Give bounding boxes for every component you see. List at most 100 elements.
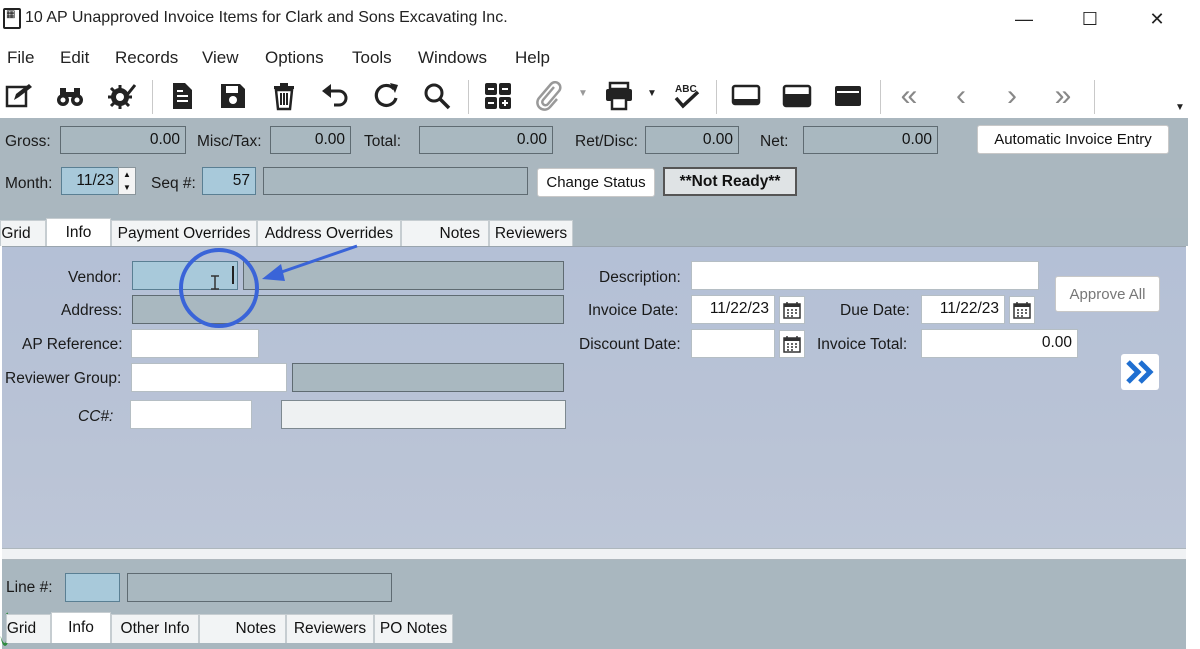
refresh-icon[interactable]	[370, 80, 402, 112]
menu-windows[interactable]: Windows	[418, 48, 487, 68]
maximize-button[interactable]: ☐	[1070, 6, 1110, 32]
menu-records[interactable]: Records	[115, 48, 178, 68]
ret-disc-field: 0.00	[645, 126, 739, 154]
new-document-icon[interactable]	[166, 80, 198, 112]
vendor-label: Vendor:	[68, 269, 122, 286]
reviewer-group-label: Reviewer Group:	[5, 370, 122, 387]
attachment-dropdown-icon[interactable]: ▼	[578, 88, 588, 99]
expand-double-chevron-icon[interactable]	[1121, 354, 1159, 390]
previous-record-icon[interactable]: ‹	[945, 79, 977, 112]
info-panel	[2, 246, 1186, 548]
menu-tools[interactable]: Tools	[352, 48, 392, 68]
total-label: Total:	[364, 133, 402, 150]
description-field[interactable]	[691, 261, 1039, 290]
scroll-down-icon[interactable]: ▼	[1175, 102, 1187, 118]
discount-date-field[interactable]	[691, 329, 775, 358]
tab-address-overrides[interactable]: Address Overrides	[257, 220, 401, 246]
toolbar-separator	[152, 80, 153, 114]
misc-tax-label: Misc/Tax:	[197, 133, 262, 150]
edit-record-icon[interactable]	[3, 80, 35, 112]
bottom-tab-po-notes[interactable]: PO Notes	[374, 614, 453, 643]
gross-label: Gross:	[5, 133, 51, 150]
grid-layout-icon[interactable]	[482, 80, 514, 112]
binoculars-icon[interactable]	[54, 80, 86, 112]
vendor-name-field	[243, 261, 564, 290]
net-field: 0.00	[803, 126, 938, 154]
reviewer-group-field[interactable]	[131, 363, 287, 392]
spell-check-icon[interactable]: ABC	[670, 80, 702, 112]
ap-reference-label: AP Reference:	[22, 336, 123, 353]
change-status-button[interactable]: Change Status	[537, 168, 655, 197]
bottom-tab-grid[interactable]: Grid	[6, 614, 51, 643]
svg-text:ABC: ABC	[675, 84, 697, 95]
ap-reference-field[interactable]	[131, 329, 259, 358]
invoice-total-field[interactable]: 0.00	[921, 329, 1078, 358]
layout-split-icon[interactable]	[781, 80, 813, 112]
menu-help[interactable]: Help	[515, 48, 550, 68]
line-number-label: Line #:	[6, 579, 53, 596]
search-icon[interactable]	[421, 80, 453, 112]
net-label: Net:	[760, 133, 789, 150]
bottom-tab-other-info[interactable]: Other Info	[111, 614, 199, 643]
app-icon: ▦	[3, 8, 21, 29]
tab-notes[interactable]: Notes	[401, 220, 489, 246]
next-record-icon[interactable]: ›	[996, 79, 1028, 112]
delete-icon[interactable]	[268, 80, 300, 112]
layout-top-icon[interactable]	[832, 80, 864, 112]
toolbar-separator	[880, 80, 881, 114]
last-record-icon[interactable]: »	[1047, 79, 1079, 112]
reviewer-group-description-field	[292, 363, 564, 392]
invoice-date-calendar-icon[interactable]	[779, 296, 805, 324]
tab-grid[interactable]: Grid	[0, 220, 46, 246]
menu-file[interactable]: File	[7, 48, 34, 68]
layout-bottom-icon[interactable]	[730, 80, 762, 112]
tab-info[interactable]: Info	[46, 218, 111, 247]
close-button[interactable]: ✕	[1137, 6, 1177, 32]
menu-edit[interactable]: Edit	[60, 48, 89, 68]
panel-splitter[interactable]	[2, 548, 1186, 560]
save-icon[interactable]	[217, 80, 249, 112]
menu-bar	[0, 42, 1200, 72]
vendor-field[interactable]	[132, 261, 238, 290]
seq-description-field	[263, 167, 528, 195]
due-date-calendar-icon[interactable]	[1009, 296, 1035, 324]
cc-field[interactable]	[130, 400, 252, 429]
approve-all-button[interactable]: Approve All	[1055, 276, 1160, 312]
bottom-tab-info[interactable]: Info	[51, 612, 111, 643]
toolbar-separator	[716, 80, 717, 114]
month-spinner[interactable]: ▲ ▼	[118, 167, 136, 195]
undo-icon[interactable]	[319, 80, 351, 112]
attachment-icon[interactable]	[533, 80, 565, 112]
menu-options[interactable]: Options	[265, 48, 324, 68]
total-field: 0.00	[419, 126, 553, 154]
settings-check-icon[interactable]	[105, 80, 137, 112]
toolbar-separator	[1094, 80, 1095, 114]
bottom-tab-reviewers[interactable]: Reviewers	[286, 614, 374, 643]
window-title: 10 AP Unapproved Invoice Items for Clark…	[25, 9, 508, 26]
menu-view[interactable]: View	[202, 48, 239, 68]
month-label: Month:	[5, 175, 53, 192]
seq-field[interactable]: 57	[202, 167, 256, 195]
discount-date-calendar-icon[interactable]	[779, 330, 805, 358]
tab-reviewers[interactable]: Reviewers	[489, 220, 573, 246]
due-date-field[interactable]: 11/22/23	[921, 295, 1005, 324]
due-date-label: Due Date:	[840, 302, 910, 319]
cc-description-field	[281, 400, 566, 429]
invoice-date-field[interactable]: 11/22/23	[691, 295, 775, 324]
gross-field: 0.00	[60, 126, 186, 154]
tab-payment-overrides[interactable]: Payment Overrides	[111, 220, 257, 246]
window-edge	[1188, 74, 1200, 649]
print-dropdown-icon[interactable]: ▼	[647, 88, 657, 99]
discount-date-label: Discount Date:	[579, 336, 681, 353]
automatic-invoice-entry-button[interactable]: Automatic Invoice Entry	[977, 125, 1169, 154]
print-icon[interactable]	[603, 80, 635, 112]
description-label: Description:	[599, 269, 681, 286]
first-record-icon[interactable]: «	[893, 79, 925, 112]
bottom-tab-notes[interactable]: Notes	[199, 614, 286, 643]
status-badge: **Not Ready**	[663, 167, 797, 196]
cc-label: CC#:	[78, 408, 114, 425]
month-field[interactable]: 11/23	[61, 167, 119, 195]
address-label: Address:	[61, 302, 123, 319]
line-number-field[interactable]	[65, 573, 120, 602]
minimize-button[interactable]: —	[1004, 6, 1044, 32]
